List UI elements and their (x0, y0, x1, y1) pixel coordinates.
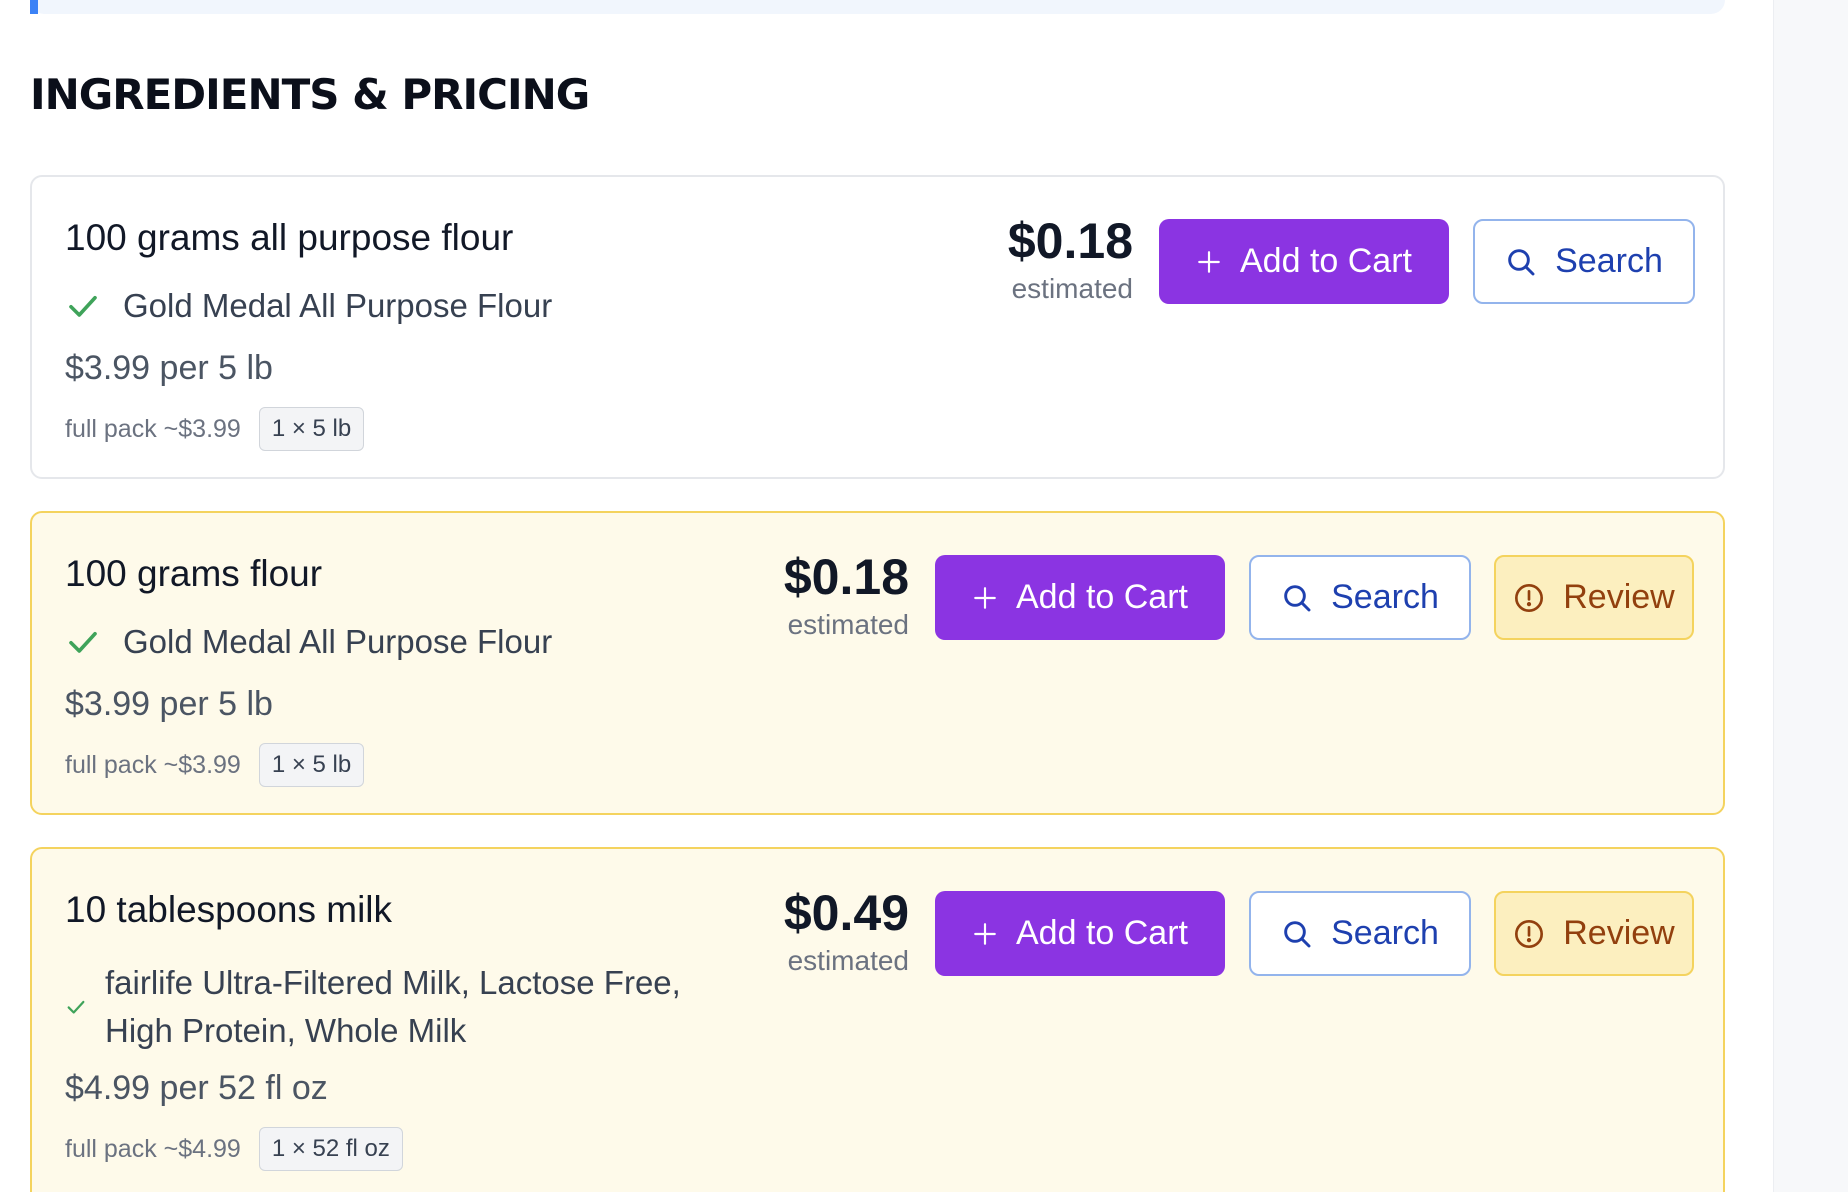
section-title: INGREDIENTS & PRICING (30, 70, 590, 119)
plus-icon (1198, 250, 1220, 273)
plus-icon (974, 586, 996, 609)
search-button[interactable]: Search (1249, 891, 1471, 976)
full-pack-price: full pack ~$3.99 (65, 414, 241, 443)
add-to-cart-button[interactable]: Add to Cart (935, 555, 1225, 640)
full-pack-price: full pack ~$3.99 (65, 750, 241, 779)
ingredient-card: 100 grams flour Gold Medal All Purpose F… (30, 511, 1725, 815)
add-to-cart-label: Add to Cart (1016, 914, 1188, 952)
matched-product: Gold Medal All Purpose Flour (65, 287, 552, 325)
search-label: Search (1331, 914, 1439, 952)
pack-size-badge: 1 × 5 lb (258, 743, 365, 787)
alert-circle-icon (1515, 583, 1544, 612)
full-pack-price: full pack ~$4.99 (65, 1134, 241, 1163)
product-name: Gold Medal All Purpose Flour (123, 287, 553, 324)
right-gutter (1773, 0, 1848, 1192)
top-panel-edge (30, 0, 1725, 14)
search-label: Search (1331, 578, 1439, 616)
estimated-label: estimated (787, 945, 909, 976)
estimated-price: $0.49 (783, 885, 909, 941)
price-block: $0.18 estimated (1008, 213, 1133, 305)
search-button[interactable]: Search (1249, 555, 1471, 640)
pack-info: full pack ~$4.99 1 × 52 fl oz (65, 1127, 403, 1171)
search-icon (1508, 248, 1535, 275)
review-label: Review (1563, 914, 1675, 952)
pack-info: full pack ~$3.99 1 × 5 lb (65, 743, 365, 787)
page: INGREDIENTS & PRICING 100 grams all purp… (0, 0, 1848, 1192)
ingredient-card: 10 tablespoons milk fairlife Ultra-Filte… (30, 847, 1725, 1192)
add-to-cart-label: Add to Cart (1240, 242, 1412, 280)
check-icon (69, 295, 97, 317)
pack-info: full pack ~$3.99 1 × 5 lb (65, 407, 365, 451)
alert-circle-icon (1515, 919, 1544, 948)
search-label: Search (1555, 242, 1663, 280)
product-name: Gold Medal All Purpose Flour (123, 623, 553, 660)
ingredient-title: 100 grams flour (65, 553, 323, 594)
check-icon (69, 631, 97, 653)
unit-price: $3.99 per 5 lb (65, 349, 273, 387)
review-button[interactable]: Review (1494, 555, 1694, 640)
plus-icon (974, 922, 996, 945)
top-panel-accent (30, 0, 38, 14)
ingredient-title: 100 grams all purpose flour (65, 217, 514, 258)
ingredient-card: 100 grams all purpose flour Gold Medal A… (30, 175, 1725, 479)
search-icon (1284, 584, 1311, 611)
check-icon (67, 1000, 85, 1014)
pack-size-badge: 1 × 5 lb (258, 407, 365, 451)
price-block: $0.18 estimated (784, 549, 909, 641)
ingredient-title: 10 tablespoons milk (65, 889, 393, 930)
add-to-cart-label: Add to Cart (1016, 578, 1188, 616)
product-name: fairlife Ultra-Filtered Milk, Lactose Fr… (105, 964, 681, 1049)
search-icon (1284, 920, 1311, 947)
estimated-price: $0.18 (783, 549, 909, 605)
review-label: Review (1563, 578, 1675, 616)
pack-size-badge: 1 × 52 fl oz (258, 1127, 403, 1171)
estimated-label: estimated (787, 609, 909, 640)
unit-price: $4.99 per 52 fl oz (65, 1069, 328, 1107)
matched-product: fairlife Ultra-Filtered Milk, Lactose Fr… (65, 959, 745, 1055)
search-button[interactable]: Search (1473, 219, 1695, 304)
add-to-cart-button[interactable]: Add to Cart (1159, 219, 1449, 304)
estimated-price: $0.18 (1007, 213, 1133, 269)
estimated-label: estimated (1011, 273, 1133, 304)
matched-product: Gold Medal All Purpose Flour (65, 623, 552, 661)
price-block: $0.49 estimated (784, 885, 909, 977)
review-button[interactable]: Review (1494, 891, 1694, 976)
add-to-cart-button[interactable]: Add to Cart (935, 891, 1225, 976)
unit-price: $3.99 per 5 lb (65, 685, 273, 723)
